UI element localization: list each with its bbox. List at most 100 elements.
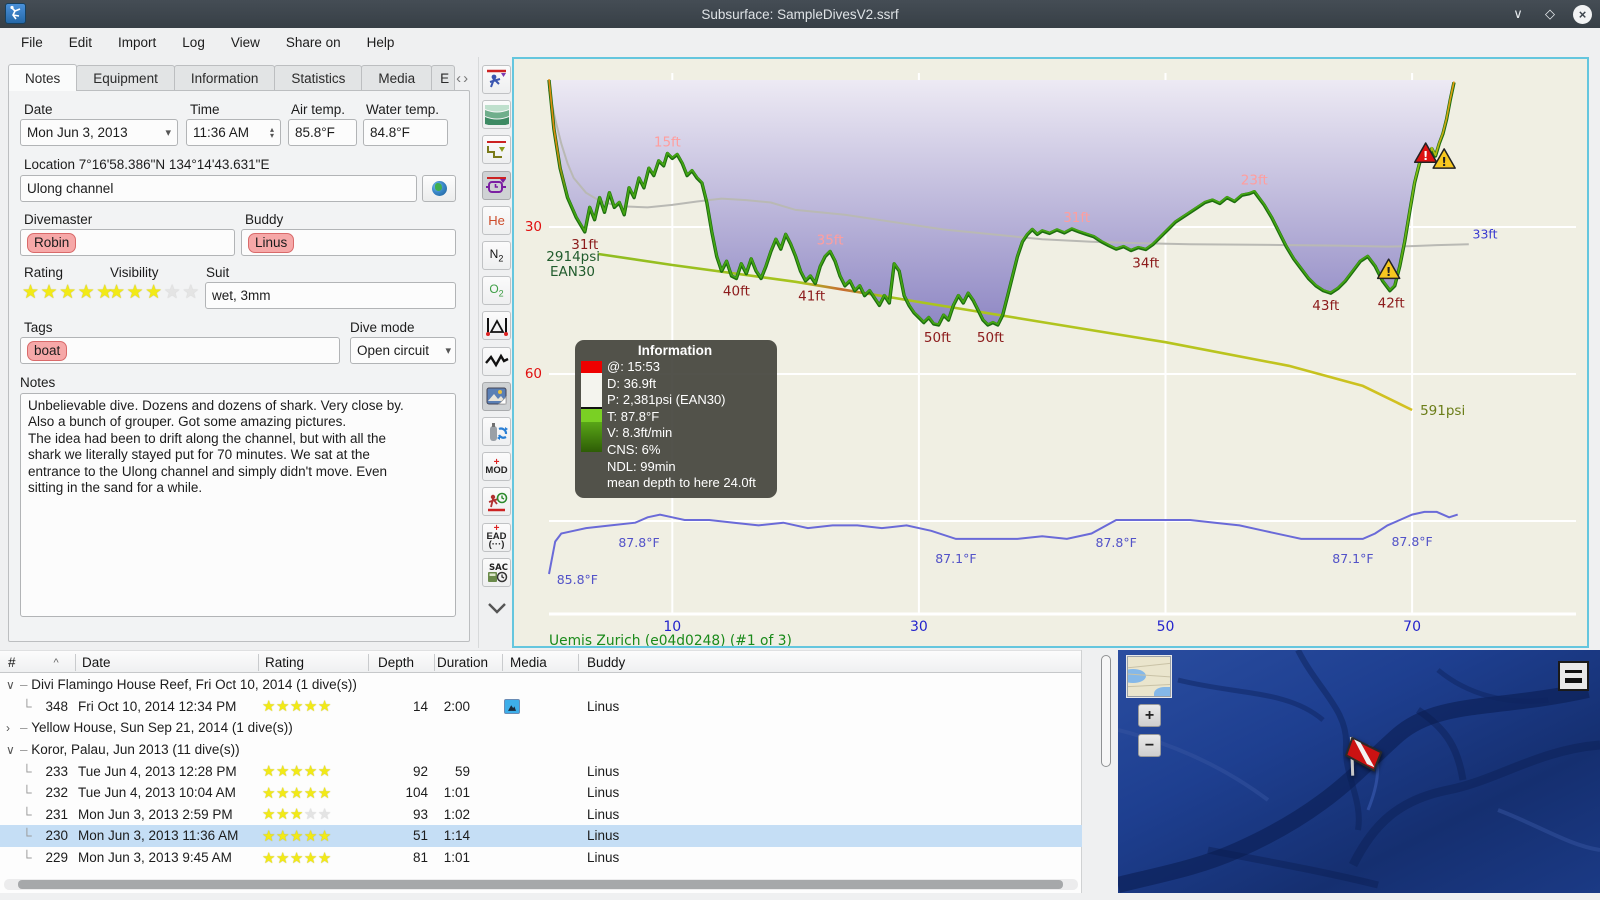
dc-reported-ceiling-icon[interactable] — [482, 170, 511, 200]
hscroll-thumb[interactable] — [18, 880, 1063, 889]
trip-row[interactable]: ∨ – Divi Flamingo House Reef, Fri Oct 10,… — [0, 674, 1082, 696]
deco-time-icon[interactable] — [482, 487, 511, 517]
tank-icon[interactable] — [482, 417, 511, 446]
column-separator[interactable] — [578, 654, 579, 671]
ead-icon[interactable]: + EAD (···) — [482, 522, 511, 552]
water-temp-field[interactable]: 84.8°F — [363, 119, 448, 146]
dive-row[interactable]: └ 229 Mon Jun 3, 2013 9:45 AM ★★★★★ 81 1:01 L… — [0, 847, 1082, 869]
date-dropdown[interactable]: Mon Jun 3, 2013 ▾ — [20, 119, 178, 146]
info-tooltip: Information @: 15:53 D: 36.9ft P: 2,381p… — [575, 340, 777, 498]
tab-scroll-right-icon[interactable]: › — [463, 70, 468, 87]
menu-share-on[interactable]: Share on — [273, 28, 354, 57]
pO2-icon[interactable]: O2 — [482, 276, 511, 306]
tab-statistics[interactable]: Statistics — [274, 65, 363, 91]
column-header-media[interactable]: Media — [504, 651, 553, 674]
tag-boat[interactable]: boat — [27, 340, 68, 361]
spinner-icons[interactable]: ▴ ▾ — [270, 125, 274, 139]
dive-buddy: Linus — [587, 806, 620, 822]
ruler-icon[interactable] — [482, 311, 511, 341]
photos-icon[interactable] — [482, 381, 511, 411]
column-header-depth[interactable]: Depth — [372, 651, 420, 674]
map-overview-inset[interactable] — [1127, 656, 1171, 697]
tab-notes[interactable]: Notes — [8, 64, 78, 91]
dive-row[interactable]: └ 233 Tue Jun 4, 2013 12:28 PM ★★★★★ 92 59 Li… — [0, 760, 1082, 782]
vscroll-thumb[interactable] — [1101, 655, 1111, 767]
heart-rate-icon[interactable] — [482, 346, 511, 376]
menu-log[interactable]: Log — [169, 28, 218, 57]
divemaster-input[interactable]: Robin — [20, 229, 235, 256]
trip-row[interactable]: › – Yellow House, Sun Sep 21, 2014 (1 div… — [0, 717, 1082, 739]
tab-information[interactable]: Information — [173, 65, 276, 91]
air-temp-field[interactable]: 85.8°F — [288, 119, 357, 146]
trip-row[interactable]: ∨ – Koror, Palau, Jun 2013 (11 dive(s)) — [0, 739, 1082, 761]
time-spinbox[interactable]: 11:36 AM ▴ ▾ — [186, 119, 281, 146]
column-separator[interactable] — [434, 654, 435, 671]
tab-e[interactable]: E — [431, 65, 456, 91]
map-zoom-out-button[interactable]: − — [1138, 734, 1161, 757]
column-header-num[interactable]: # ^ — [2, 651, 65, 674]
vertical-scrollbar[interactable] — [1101, 655, 1112, 887]
pN2-icon[interactable]: N2 — [482, 241, 511, 270]
dive-map[interactable]: + − — [1118, 650, 1600, 893]
star-icon: ★ — [262, 763, 276, 781]
column-separator[interactable] — [502, 654, 503, 671]
menu-view[interactable]: View — [218, 28, 273, 57]
dive-list-header[interactable]: # ^ Date Rating Depth Duration Media Buddy — [0, 650, 1081, 673]
tab-equipment[interactable]: Equipment — [76, 65, 175, 91]
buddy-input[interactable]: Linus — [241, 229, 456, 256]
tab-scroll-left-icon[interactable]: ‹ — [456, 70, 461, 87]
column-header-buddy[interactable]: Buddy — [581, 651, 631, 674]
rating-stars[interactable]: ★★★★★ — [22, 281, 115, 304]
column-separator[interactable] — [368, 654, 369, 671]
close-icon[interactable]: × — [1573, 4, 1592, 24]
globe-button[interactable] — [422, 175, 456, 202]
dive-rating-stars: ★★★★★ — [262, 697, 332, 715]
column-separator[interactable] — [75, 654, 76, 671]
column-header-rating[interactable]: Rating — [259, 651, 310, 674]
menu-import[interactable]: Import — [105, 28, 169, 57]
dive-mode-select[interactable]: Open circuit ▾ — [350, 337, 456, 364]
horizontal-scrollbar[interactable] — [4, 879, 1078, 890]
dive-row[interactable]: └ 231 Mon Jun 3, 2013 2:59 PM ★★★★★ 93 1:02 L… — [0, 804, 1082, 826]
mod-icon[interactable]: + MOD — [482, 452, 511, 482]
scroll-down-icon[interactable] — [482, 593, 511, 622]
divemaster-tag[interactable]: Robin — [27, 232, 77, 253]
pHe-icon[interactable]: He — [482, 205, 511, 235]
subsurface-window: { "window": { "title": "Subsurface: Samp… — [0, 0, 1600, 900]
water-gradient-icon[interactable] — [482, 100, 511, 130]
chevron-right-icon[interactable]: › — [6, 721, 20, 735]
menu-file[interactable]: File — [8, 28, 56, 57]
dive-profile-chart[interactable]: 30 60 10 30 50 70 Uemis Zurich (e04d0248) (#1 … — [512, 57, 1589, 649]
dc-ceiling-icon[interactable] — [482, 65, 511, 94]
calculated-ceiling-icon[interactable] — [482, 135, 511, 165]
svg-text:591psi: 591psi — [1420, 403, 1465, 419]
column-header-duration[interactable]: Duration — [431, 651, 494, 674]
menu-help[interactable]: Help — [354, 28, 408, 57]
dive-flag-marker[interactable] — [1336, 732, 1388, 782]
svg-text:Uemis Zurich (e04d0248) (#1 of: Uemis Zurich (e04d0248) (#1 of 3) — [549, 633, 792, 646]
star-icon: ★ — [275, 784, 290, 802]
column-header-date[interactable]: Date — [76, 651, 117, 674]
tags-input[interactable]: boat — [20, 337, 340, 364]
chevron-down-icon[interactable]: ∨ — [6, 678, 20, 692]
tab-media[interactable]: Media — [361, 65, 433, 91]
star-icon: ★ — [317, 849, 332, 867]
buddy-tag[interactable]: Linus — [248, 232, 295, 253]
map-zoom-in-button[interactable]: + — [1138, 704, 1161, 727]
location-input[interactable]: Ulong channel — [20, 175, 417, 202]
notes-textarea[interactable] — [20, 393, 456, 617]
media-photo-icon[interactable] — [504, 698, 520, 714]
column-separator[interactable] — [258, 654, 259, 671]
map-menu-button[interactable] — [1558, 661, 1589, 691]
dive-row[interactable]: └ 230 Mon Jun 3, 2013 11:36 AM ★★★★★ 51 1:14… — [0, 825, 1082, 847]
sac-icon[interactable]: SAC — [482, 557, 511, 587]
dive-row[interactable]: └ 348 Fri Oct 10, 2014 12:34 PM ★★★★★ 14 2:0… — [0, 696, 1082, 718]
visibility-stars[interactable]: ★★★★★ — [108, 281, 201, 304]
minimize-icon[interactable]: ∨ — [1509, 5, 1527, 23]
chevron-down-icon[interactable]: ∨ — [6, 743, 20, 757]
menu-edit[interactable]: Edit — [56, 28, 105, 57]
dive-row[interactable]: └ 232 Tue Jun 4, 2013 10:04 AM ★★★★★ 104 1:0… — [0, 782, 1082, 804]
water-temp-label: Water temp. — [366, 102, 440, 117]
maximize-icon[interactable]: ◇ — [1541, 5, 1559, 23]
suit-input[interactable]: wet, 3mm — [205, 282, 456, 309]
